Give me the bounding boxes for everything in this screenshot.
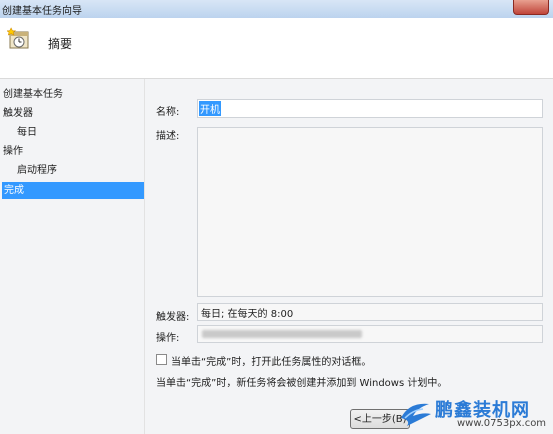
action-field — [197, 325, 543, 343]
description-field[interactable] — [197, 127, 543, 297]
sidebar-item-start-program[interactable]: 启动程序 — [17, 162, 57, 179]
name-field[interactable]: 开机 — [197, 99, 543, 118]
sidebar-item-finish[interactable]: 完成 — [2, 182, 144, 199]
sidebar-item-action[interactable]: 操作 — [3, 143, 23, 160]
watermark: 鹏鑫装机网 www.0753px.com — [399, 396, 549, 432]
action-label: 操作: — [156, 333, 180, 344]
clock-task-icon — [7, 27, 29, 49]
trigger-field: 每日; 在每天的 8:00 — [197, 303, 543, 321]
description-label: 描述: — [156, 131, 180, 142]
trigger-value: 每日; 在每天的 8:00 — [201, 309, 294, 320]
summary-panel: 名称: 开机 描述: 触发器: 每日; 在每天的 8:00 操作: 当单击“完成… — [145, 79, 553, 434]
sidebar-item-trigger[interactable]: 触发器 — [3, 105, 33, 122]
info-text: 当单击“完成”时，新任务将会被创建并添加到 Windows 计划中。 — [156, 378, 448, 389]
name-label: 名称: — [156, 107, 180, 118]
watermark-url: www.0753px.com — [457, 418, 547, 429]
name-value: 开机 — [199, 101, 221, 116]
page-title: 摘要 — [48, 37, 73, 51]
wizard-header: 摘要 — [0, 18, 553, 79]
close-button[interactable] — [513, 0, 549, 15]
open-properties-label: 当单击“完成”时，打开此任务属性的对话框。 — [171, 357, 372, 368]
open-properties-checkbox[interactable] — [156, 354, 167, 365]
watermark-logo-icon — [401, 403, 431, 426]
sidebar-item-create-basic-task[interactable]: 创建基本任务 — [3, 86, 63, 103]
window-title: 创建基本任务向导 — [2, 6, 82, 17]
redacted-action-path — [202, 330, 362, 338]
sidebar-item-daily[interactable]: 每日 — [17, 124, 37, 141]
wizard-steps-sidebar: 创建基本任务 触发器 每日 操作 启动程序 完成 — [0, 79, 145, 434]
window-titlebar: 创建基本任务向导 — [0, 0, 553, 18]
trigger-label: 触发器: — [156, 312, 190, 323]
